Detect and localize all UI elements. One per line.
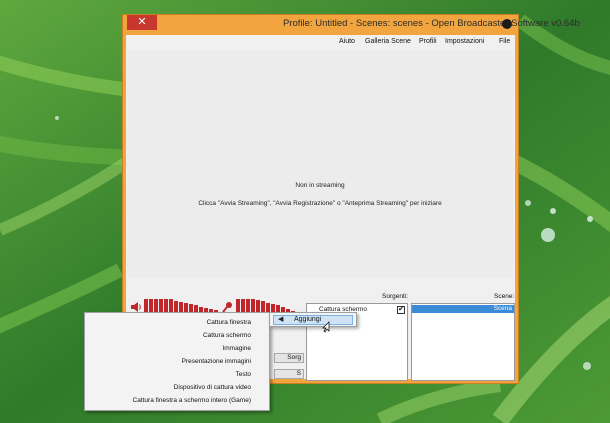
menu-item-video-capture[interactable]: Dispositivo di cattura video: [85, 384, 269, 391]
scenes-label: Scene:: [494, 293, 515, 300]
menu-item-slideshow[interactable]: Presentazione immagini: [85, 358, 269, 365]
mouse-cursor-icon: [322, 321, 330, 333]
menu-bar: File Impostazioni Profili Galleria Scene…: [126, 35, 515, 49]
add-menu: ◀ Aggiungi: [269, 312, 357, 327]
menu-item-screen-capture[interactable]: Cattura schermo: [85, 332, 269, 339]
menu-item-text[interactable]: Testo: [85, 371, 269, 378]
menu-file[interactable]: File: [499, 38, 510, 45]
scenes-list[interactable]: Scena: [411, 303, 515, 381]
menu-scene-gallery[interactable]: Galleria Scene: [365, 38, 411, 45]
menu-profiles[interactable]: Profili: [419, 38, 437, 45]
menu-item-game-capture[interactable]: Cattura finestra a schermo intero (Game): [85, 397, 269, 404]
window-title: Profile: Untitled - Scenes: scenes - Ope…: [283, 18, 580, 29]
preview-area: Non in streaming Clicca "Avvia Streaming…: [127, 50, 513, 278]
add-menu-item[interactable]: ◀ Aggiungi: [273, 315, 353, 325]
close-icon: ✕: [137, 16, 147, 28]
submenu-arrow-icon: ◀: [278, 316, 284, 323]
stream-status-text: Non in streaming: [295, 182, 345, 189]
menu-help[interactable]: Aiuto: [339, 38, 355, 45]
stream-hint-text: Clicca "Avvia Streaming", "Avvia Registr…: [198, 200, 442, 207]
close-button[interactable]: ✕: [127, 15, 157, 30]
menu-settings[interactable]: Impostazioni: [445, 38, 484, 45]
scene-item[interactable]: Scena: [412, 305, 514, 313]
add-label: Aggiungi: [294, 316, 322, 323]
sources-button[interactable]: Sorg: [274, 353, 304, 363]
menu-item-window-capture[interactable]: Cattura finestra: [85, 319, 269, 326]
settings-button[interactable]: S: [274, 369, 304, 379]
menu-item-image[interactable]: Immagine: [85, 345, 269, 352]
title-bar[interactable]: ✕ Profile: Untitled - Scenes: scenes - O…: [123, 15, 580, 35]
sources-label: Sorgenti:: [382, 293, 409, 300]
add-source-submenu: Cattura finestra Cattura schermo Immagin…: [84, 312, 270, 411]
app-icon: [502, 19, 512, 29]
source-visibility-checkbox[interactable]: ✔: [397, 306, 405, 314]
